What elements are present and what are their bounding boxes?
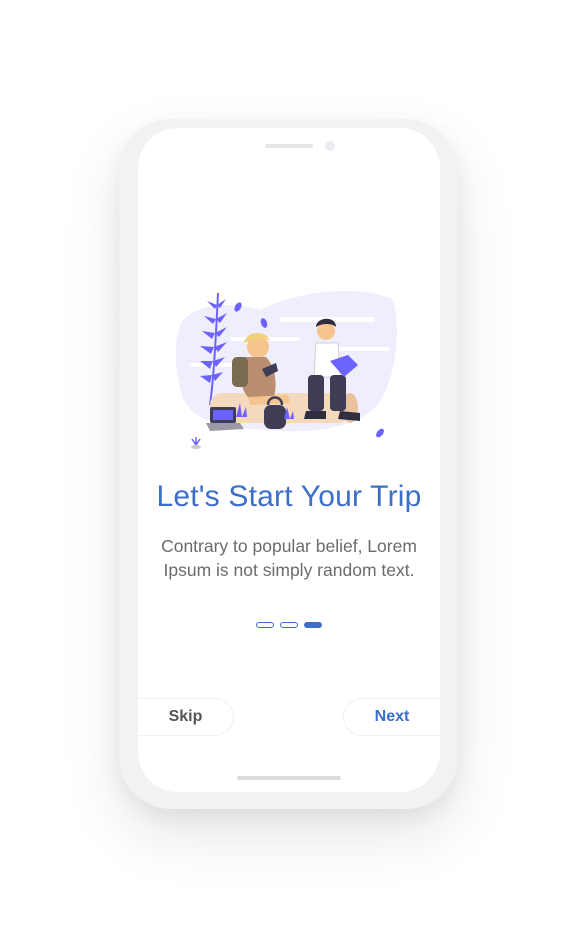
page-indicator-dot-3[interactable] bbox=[304, 622, 322, 628]
travelers-illustration bbox=[175, 291, 397, 449]
onboarding-title: Let's Start Your Trip bbox=[156, 480, 422, 513]
front-camera bbox=[325, 141, 335, 151]
page-indicator-dot-2[interactable] bbox=[280, 622, 298, 628]
next-button[interactable]: Next bbox=[343, 698, 440, 736]
skip-button[interactable]: Skip bbox=[138, 698, 234, 736]
page-indicator-dot-1[interactable] bbox=[256, 622, 274, 628]
onboarding-subtitle-line1: Contrary to popular belief, Lorem bbox=[161, 536, 417, 556]
home-indicator bbox=[237, 776, 341, 780]
phone-side-button bbox=[116, 212, 120, 238]
phone-power-button bbox=[457, 280, 461, 356]
onboarding-subtitle-line2: Ipsum is not simply random text. bbox=[163, 560, 415, 580]
phone-volume-down-button bbox=[116, 322, 120, 370]
speaker-grille bbox=[265, 144, 313, 148]
phone-volume-up-button bbox=[116, 262, 120, 310]
onboarding-subtitle: Contrary to popular belief, Lorem Ipsum … bbox=[150, 534, 428, 582]
phone-screen bbox=[138, 128, 440, 792]
